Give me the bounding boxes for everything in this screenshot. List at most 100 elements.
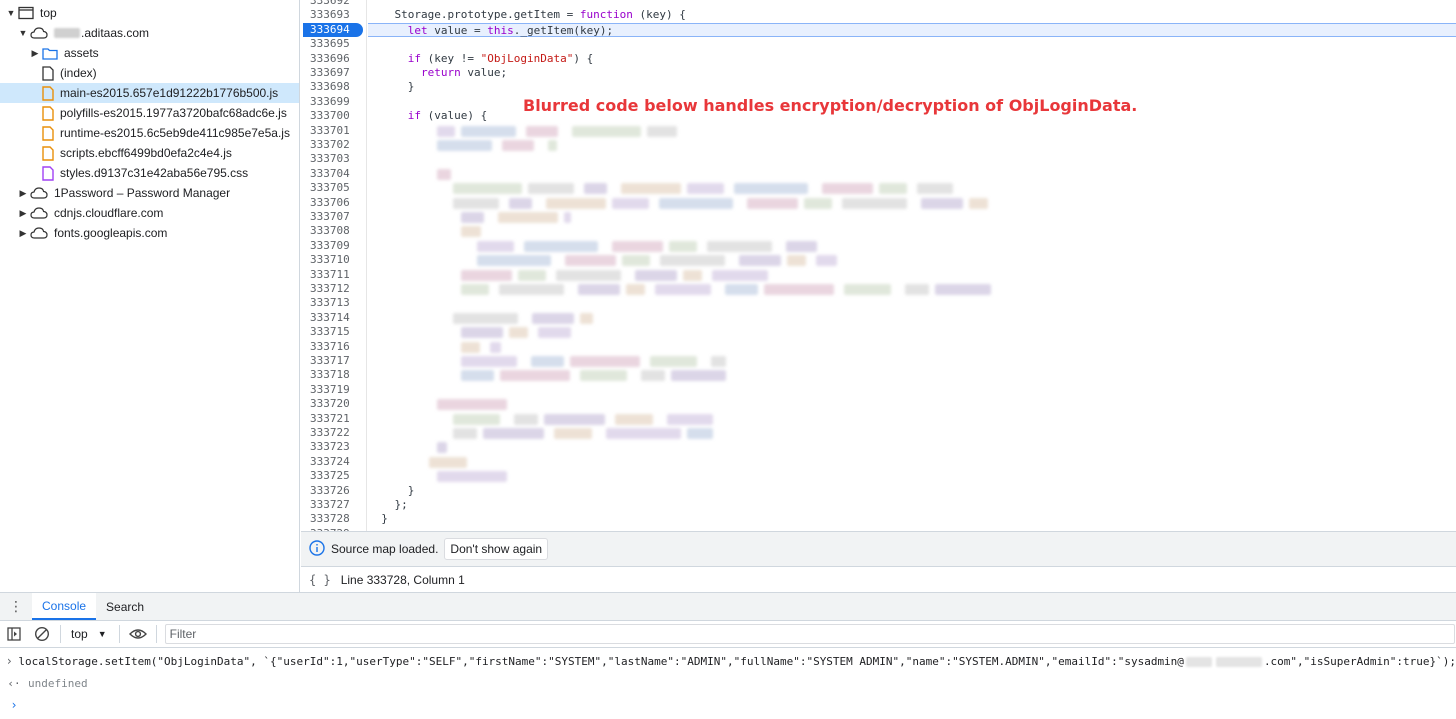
line-number[interactable]: 333721	[301, 412, 359, 426]
dropdown-arrow-icon: ▼	[97, 629, 107, 639]
line-number[interactable]: 333713	[301, 296, 359, 310]
code-line: return value;	[368, 66, 1456, 80]
filter-input[interactable]	[164, 624, 1455, 644]
cloud-icon	[30, 187, 48, 199]
collapse-arrow-icon[interactable]: ▶	[18, 188, 28, 199]
collapse-arrow-icon[interactable]: ▶	[30, 48, 40, 59]
more-options-icon[interactable]: ⋮	[0, 593, 32, 620]
cursor-position: Line 333728, Column 1	[340, 572, 465, 587]
blurred-code	[734, 183, 808, 195]
drawer-tab-bar: ⋮ Console Search	[0, 592, 1456, 620]
line-number[interactable]: 333709	[301, 239, 359, 253]
blurred-code	[499, 284, 564, 295]
breakpoint-line-number[interactable]: 333694	[303, 22, 363, 38]
blurred-code	[453, 197, 499, 209]
line-number[interactable]: 333696	[301, 52, 359, 66]
line-number[interactable]: 333722	[301, 426, 359, 440]
context-selector[interactable]: top ▼	[65, 627, 115, 641]
line-number[interactable]: 333705	[301, 181, 359, 195]
tree-item[interactable]: runtime-es2015.6c5eb9de411c985e7e5a.js	[0, 123, 299, 143]
line-number[interactable]: 333693	[301, 8, 359, 22]
line-number[interactable]: 333727	[301, 498, 359, 512]
code-editor[interactable]: 333692 333693 333694 333695 333696 333697 3336…	[301, 0, 1456, 531]
tree-item[interactable]: ▶ cdnjs.cloudflare.com	[0, 203, 299, 223]
console-output[interactable]: › localStorage.setItem("ObjLoginData", `…	[0, 648, 1456, 719]
tree-item-label: top	[40, 6, 57, 20]
expand-arrow-icon[interactable]: ▼	[18, 28, 28, 38]
pretty-print-icon[interactable]: { }	[309, 573, 331, 587]
blurred-code	[461, 284, 489, 295]
tab-console[interactable]: Console	[32, 593, 97, 620]
line-number[interactable]: 333719	[301, 383, 359, 397]
tree-item[interactable]: main-es2015.657e1d91222b1776b500.js	[0, 83, 299, 103]
tree-item[interactable]: ▼ .aditaas.com	[0, 23, 299, 43]
dont-show-again-button[interactable]: Don't show again	[444, 538, 549, 560]
line-number[interactable]: 333728	[301, 512, 359, 526]
line-number[interactable]: 333715	[301, 325, 359, 339]
code-token: if	[407, 109, 421, 123]
line-number[interactable]: 333714	[301, 311, 359, 325]
collapse-arrow-icon[interactable]: ▶	[18, 208, 28, 219]
window-icon	[18, 6, 34, 20]
line-number[interactable]: 333708	[301, 224, 359, 238]
collapse-arrow-icon[interactable]: ▶	[18, 228, 28, 239]
line-number[interactable]: 333717	[301, 354, 359, 368]
line-number[interactable]: 333718	[301, 368, 359, 382]
blurred-code	[687, 428, 713, 439]
line-number[interactable]: 333726	[301, 484, 359, 498]
console-command: localStorage.setItem("ObjLoginData", `{"…	[18, 655, 1456, 668]
blurred-code	[584, 183, 607, 195]
tree-item[interactable]: ▶ fonts.googleapis.com	[0, 223, 299, 243]
tree-item-label: scripts.ebcff6499bd0efa2c4e4.js	[60, 146, 232, 160]
line-number[interactable]: 333712	[301, 282, 359, 296]
console-prompt[interactable]: ›	[0, 694, 1456, 716]
line-number[interactable]: 333701	[301, 124, 359, 138]
blurred-code	[572, 125, 641, 137]
line-number[interactable]: 333724	[301, 455, 359, 469]
line-number[interactable]: 333720	[301, 397, 359, 411]
line-number[interactable]: 333706	[301, 196, 359, 210]
cloud-icon	[30, 27, 48, 39]
tree-item[interactable]: ▶ assets	[0, 43, 299, 63]
line-number[interactable]: 333703	[301, 152, 359, 166]
tab-search[interactable]: Search	[96, 593, 154, 620]
code-line: if (key != "ObjLoginData") {	[368, 52, 1456, 66]
eye-icon[interactable]	[124, 628, 152, 640]
tree-item[interactable]: (index)	[0, 63, 299, 83]
line-number[interactable]: 333710	[301, 253, 359, 267]
clear-console-icon[interactable]	[28, 626, 56, 642]
code-token: ) {	[573, 51, 594, 65]
line-number[interactable]: 333698	[301, 80, 359, 94]
code-line: }	[368, 512, 1456, 526]
line-number[interactable]: 333692	[301, 0, 359, 8]
blurred-code	[461, 341, 480, 353]
line-number[interactable]: 333711	[301, 268, 359, 282]
tree-item[interactable]: scripts.ebcff6499bd0efa2c4e4.js	[0, 143, 299, 163]
tree-item[interactable]: ▶ 1Password – Password Manager	[0, 183, 299, 203]
blurred-code	[712, 269, 768, 281]
blurred-code	[578, 284, 620, 295]
line-number[interactable]: 333702	[301, 138, 359, 152]
line-number[interactable]: 333699	[301, 95, 359, 109]
blurred-code	[461, 370, 494, 382]
blurred-code	[554, 428, 592, 439]
blurred-code	[556, 269, 621, 281]
line-number[interactable]: 333700	[301, 109, 359, 123]
line-number[interactable]: 333697	[301, 66, 359, 80]
sidebar-toggle-icon[interactable]	[0, 627, 28, 641]
blurred-code	[461, 327, 503, 339]
line-number[interactable]: 333725	[301, 469, 359, 483]
expand-arrow-icon[interactable]: ▼	[6, 8, 16, 18]
line-number-gutter[interactable]: 333692 333693 333694 333695 333696 333697 3336…	[301, 0, 367, 531]
tree-item[interactable]: ▼ top	[0, 3, 299, 23]
line-number[interactable]: 333707	[301, 210, 359, 224]
line-number[interactable]: 333723	[301, 440, 359, 454]
line-number[interactable]: 333704	[301, 167, 359, 181]
console-command-line[interactable]: › localStorage.setItem("ObjLoginData", `…	[0, 650, 1456, 672]
tree-item[interactable]: styles.d9137c31e42aba56e795.css	[0, 163, 299, 183]
line-number[interactable]: 333695	[301, 37, 359, 51]
line-number[interactable]: 333716	[301, 340, 359, 354]
blurred-code	[879, 183, 907, 195]
tree-item[interactable]: polyfills-es2015.1977a3720bafc68adc6e.js	[0, 103, 299, 123]
